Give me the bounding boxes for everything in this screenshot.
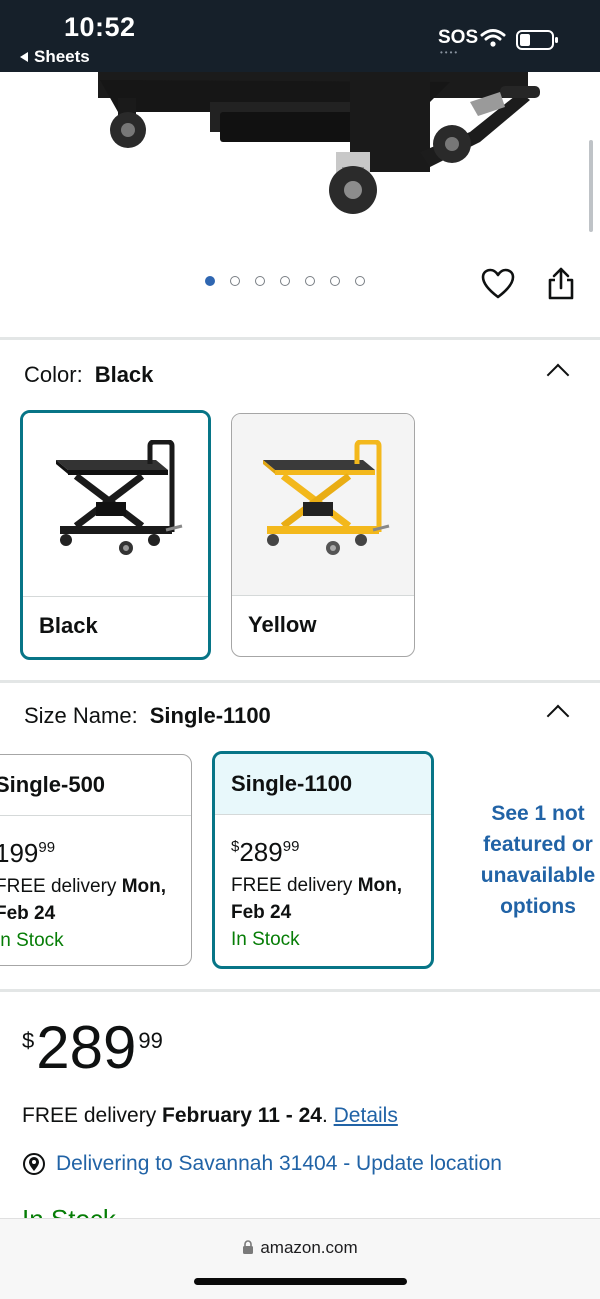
- product-image[interactable]: [0, 72, 600, 262]
- carousel-dot[interactable]: [255, 276, 265, 286]
- signal-dots: ••••: [440, 48, 460, 57]
- delivery-info: FREE delivery February 11 - 24. Details: [22, 1104, 398, 1128]
- size-option-price: 19999: [0, 838, 56, 868]
- carousel-dot[interactable]: [330, 276, 340, 286]
- size-option-single-1100[interactable]: Single-1100 $28999 FREE delivery Mon, Fe…: [212, 751, 434, 969]
- price-currency: $: [22, 1028, 35, 1053]
- size-option-single-500[interactable]: Single-500 19999 FREE delivery Mon, Feb …: [0, 754, 192, 966]
- battery-icon: [516, 30, 558, 50]
- delivery-dates: February 11 - 24: [162, 1104, 322, 1127]
- color-label: Color:: [24, 362, 83, 387]
- delivery-location-link[interactable]: Delivering to Savannah 31404 - Update lo…: [22, 1152, 502, 1176]
- section-divider: [0, 680, 600, 683]
- swatch-image-yellow: [232, 414, 414, 595]
- chevron-up-icon[interactable]: [546, 363, 570, 387]
- color-swatch-yellow[interactable]: Yellow: [231, 413, 415, 657]
- stock-status: In Stock: [22, 1204, 116, 1218]
- size-heading: Size Name: Single-1100: [24, 703, 271, 729]
- delivery-prefix: FREE delivery: [22, 1104, 163, 1127]
- size-option-price: $28999: [231, 837, 300, 867]
- delivery-suffix: .: [321, 1104, 334, 1127]
- location-text: Delivering to Savannah 31404 - Update lo…: [56, 1152, 502, 1175]
- swatch-image-black: [23, 413, 208, 596]
- main-price: $ 289 99: [22, 1016, 163, 1080]
- chevron-up-icon[interactable]: [546, 704, 570, 728]
- carousel-dot[interactable]: [280, 276, 290, 286]
- size-option-stock: In Stock: [231, 929, 300, 950]
- browser-bottom-bar: [0, 1218, 600, 1299]
- status-time: 10:52: [64, 12, 136, 42]
- home-indicator[interactable]: [194, 1278, 407, 1285]
- size-option-stock: In Stock: [0, 930, 64, 951]
- back-app-label: Sheets: [34, 47, 90, 66]
- size-value: Single-1100: [149, 703, 271, 728]
- back-arrow-icon: [20, 52, 28, 62]
- carousel-dot[interactable]: [205, 276, 215, 286]
- carousel-dot[interactable]: [305, 276, 315, 286]
- color-value: Black: [94, 362, 154, 387]
- lock-icon: [243, 1240, 254, 1254]
- color-swatch-black[interactable]: Black: [20, 410, 211, 660]
- color-heading: Color: Black: [24, 362, 153, 388]
- size-option-delivery: FREE delivery Mon, Feb 24: [0, 876, 167, 924]
- scrollbar-thumb[interactable]: [589, 140, 593, 232]
- image-carousel-dots[interactable]: [205, 276, 365, 286]
- sos-indicator: SOS: [438, 27, 479, 48]
- size-label: Size Name:: [24, 703, 138, 728]
- size-option-delivery: FREE delivery Mon, Feb 24: [231, 875, 403, 923]
- section-divider: [0, 337, 600, 340]
- carousel-dot[interactable]: [230, 276, 240, 286]
- price-whole: 289: [36, 1014, 137, 1081]
- delivery-details-link[interactable]: Details: [334, 1104, 398, 1127]
- back-to-app-link[interactable]: Sheets: [20, 47, 90, 67]
- carousel-dot[interactable]: [355, 276, 365, 286]
- section-divider: [0, 989, 600, 992]
- price-fraction: 99: [138, 1028, 163, 1053]
- swatch-label-yellow: Yellow: [232, 595, 414, 654]
- share-icon[interactable]: [546, 266, 576, 300]
- lift-table-yellow-image: [263, 439, 390, 555]
- size-option-name: Single-1100: [215, 754, 431, 815]
- url-text: amazon.com: [260, 1238, 358, 1257]
- location-pin-icon: [23, 1153, 45, 1175]
- wifi-icon: [480, 29, 506, 47]
- lift-table-black-image: [55, 439, 182, 555]
- swatch-label-black: Black: [23, 596, 208, 655]
- heart-icon[interactable]: [481, 268, 515, 300]
- size-option-name: Single-500: [0, 755, 191, 816]
- address-bar[interactable]: amazon.com: [0, 1238, 600, 1258]
- see-unavailable-options-link[interactable]: See 1 not featured or unavailable option…: [468, 798, 600, 922]
